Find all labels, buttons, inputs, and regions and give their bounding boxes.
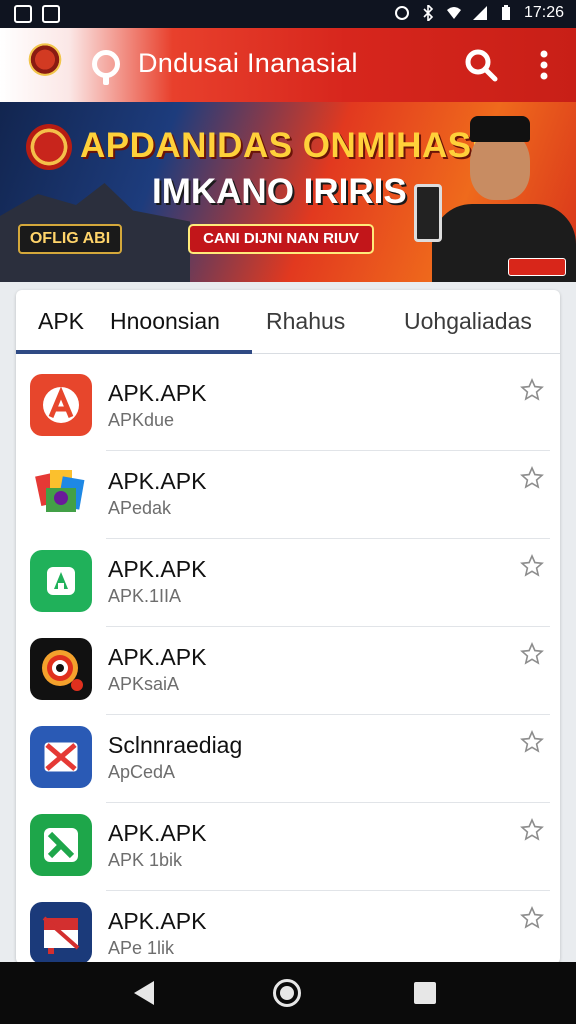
red-flag-icon	[30, 902, 92, 964]
list-item[interactable]: APK.APK APKsaiA	[16, 626, 560, 714]
app-name: APK.APK	[108, 908, 207, 934]
home-icon[interactable]	[273, 979, 301, 1007]
blue-x-icon	[30, 726, 92, 788]
app-bar: Dndusai Inanasial	[0, 28, 576, 102]
list-item[interactable]: APK.APK APe 1lik	[16, 890, 560, 964]
app-list-card: APK Hnoonsian Rhahus Uohgaliadas APK.APK…	[16, 290, 560, 964]
status-bar: 17:26	[0, 0, 576, 28]
tab-uohgaliadas[interactable]: Uohgaliadas	[404, 308, 532, 335]
notification-icon-2	[42, 5, 60, 23]
person-illustration	[412, 116, 576, 282]
system-nav-bar	[0, 962, 576, 1024]
star-icon[interactable]	[520, 818, 544, 842]
phone-icon	[414, 184, 442, 242]
star-icon[interactable]	[520, 906, 544, 930]
star-icon[interactable]	[520, 378, 544, 402]
location-pin-icon[interactable]	[92, 50, 120, 85]
app-logo-icon	[22, 38, 68, 86]
tab-bar: APK Hnoonsian Rhahus Uohgaliadas	[16, 290, 560, 354]
overflow-menu-icon[interactable]	[534, 48, 554, 82]
list-item[interactable]: APK.APK APK.1IIA	[16, 538, 560, 626]
app-subtitle: APK 1bik	[108, 850, 183, 870]
signal-icon	[472, 6, 487, 20]
app-list: APK.APK APKdue APK.APK APedak APK.APK AP…	[16, 362, 560, 964]
status-time: 17:26	[523, 4, 564, 21]
recents-icon[interactable]	[414, 982, 436, 1004]
banner-corner-tag	[508, 258, 566, 276]
tab-hnoonsian[interactable]: Hnoonsian	[110, 308, 220, 335]
app-name: APK.APK	[108, 468, 207, 494]
green-android-icon	[30, 550, 92, 612]
search-icon[interactable]	[464, 48, 498, 82]
notification-icon	[14, 5, 32, 23]
emblem-icon	[26, 124, 72, 170]
app-subtitle: ApCedA	[108, 762, 176, 782]
alarm-icon	[394, 6, 409, 20]
promo-banner[interactable]: APDANIDAS ONMIHASIA IMKANO IRIRIS OFLIG …	[0, 102, 576, 282]
app-name: Sclnnraediag	[108, 732, 243, 758]
app-name: APK.APK	[108, 556, 207, 582]
bluetooth-icon	[423, 5, 434, 21]
app-name: APK.APK	[108, 380, 207, 406]
app-name: APK.APK	[108, 820, 207, 846]
list-item[interactable]: Sclnnraediag ApCedA	[16, 714, 560, 802]
app-subtitle: APK.1IIA	[108, 586, 182, 606]
camera-lens-icon	[30, 638, 92, 700]
banner-badge: OFLIG ABI	[18, 224, 122, 254]
battery-icon	[501, 5, 510, 20]
list-item[interactable]: APK.APK APKdue	[16, 362, 560, 450]
banner-headline-2: IMKANO IRIRIS	[152, 172, 407, 211]
tab-indicator	[16, 350, 252, 354]
red-a-icon	[30, 374, 92, 436]
back-icon[interactable]	[134, 981, 154, 1005]
star-icon[interactable]	[520, 730, 544, 754]
colorful-cube-icon	[30, 462, 92, 524]
app-subtitle: APedak	[108, 498, 172, 518]
app-subtitle: APKdue	[108, 410, 175, 430]
banner-cta-button[interactable]: CANI DIJNI NAN RIUV	[188, 224, 374, 254]
star-icon[interactable]	[520, 554, 544, 578]
star-icon[interactable]	[520, 466, 544, 490]
app-subtitle: APKsaiA	[108, 674, 180, 694]
tab-apk[interactable]: APK	[38, 308, 84, 335]
star-icon[interactable]	[520, 642, 544, 666]
list-item[interactable]: APK.APK APedak	[16, 450, 560, 538]
tab-rhahus[interactable]: Rhahus	[266, 308, 345, 335]
app-subtitle: APe 1lik	[108, 938, 175, 958]
green-check-icon	[30, 814, 92, 876]
app-name: APK.APK	[108, 644, 207, 670]
wifi-icon	[446, 7, 461, 19]
list-item[interactable]: APK.APK APK 1bik	[16, 802, 560, 890]
app-title: Dndusai Inanasial	[138, 48, 358, 78]
